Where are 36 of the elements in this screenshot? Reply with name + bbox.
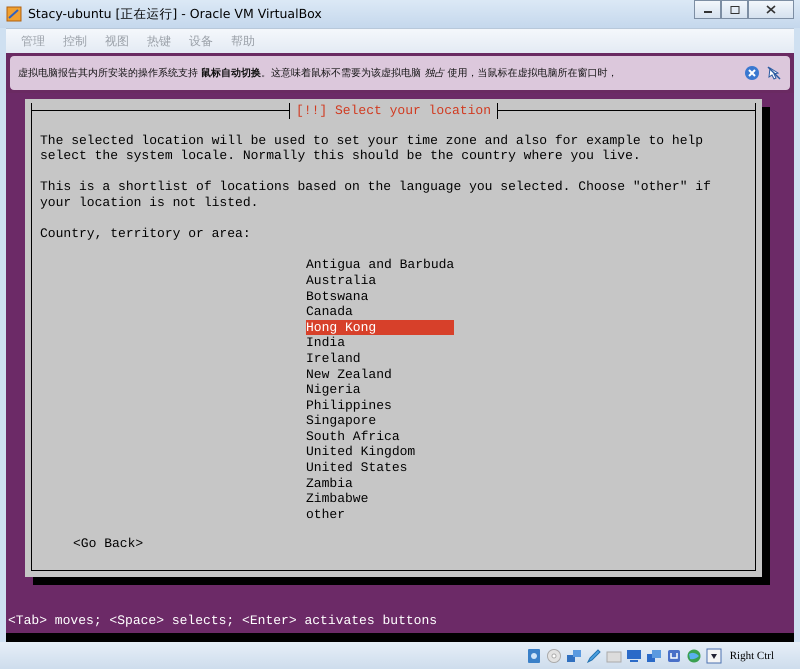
description-text: This is a shortlist of locations based on the language you selected. Choose "other" if your location is not listed. (40, 179, 712, 211)
arrow-down-icon[interactable] (706, 648, 722, 664)
prompt-label: Country, territory or area: (40, 226, 252, 242)
go-back-button[interactable]: <Go Back> (73, 536, 144, 552)
window-title: Stacy-ubuntu [正在运行] - Oracle VM VirtualBox (28, 6, 323, 22)
location-option[interactable]: Zimbabwe (306, 491, 454, 507)
location-option[interactable]: Philippines (306, 398, 454, 414)
mouse-icon[interactable] (766, 65, 782, 81)
location-option[interactable]: New Zealand (306, 366, 454, 382)
maximize-button[interactable] (721, 0, 748, 19)
close-icon[interactable] (766, 5, 776, 14)
monitor-icon[interactable] (626, 648, 642, 664)
dialog-title: [!!] Select your location (288, 103, 498, 119)
help-line: <Tab> moves; <Space> selects; <Enter> activates buttons (7, 612, 438, 630)
location-option[interactable]: South Africa (306, 428, 454, 444)
location-option[interactable]: Nigeria (306, 382, 454, 398)
close-button[interactable] (748, 0, 794, 19)
location-option[interactable]: Zambia (306, 476, 454, 492)
location-option[interactable]: Hong Kong (306, 320, 454, 336)
info-message: 虚拟电脑报告其内所安装的操作系统支持 鼠标自动切换。这意味着鼠标不需要为该虚拟电脑 独占 使用，当鼠标在虚拟电脑所在窗口时， (18, 66, 619, 80)
minimize-button[interactable] (694, 0, 721, 19)
location-option[interactable]: Botswana (306, 288, 454, 304)
location-option[interactable]: Ireland (306, 350, 454, 366)
location-option[interactable]: Canada (306, 304, 454, 320)
location-option[interactable]: India (306, 335, 454, 351)
location-option[interactable]: other (306, 506, 454, 522)
location-option[interactable]: Antigua and Barbuda (306, 257, 454, 273)
location-option[interactable]: United States (306, 460, 454, 476)
location-option[interactable]: Australia (306, 272, 454, 289)
location-option[interactable]: Singapore (306, 413, 454, 429)
description-text: The selected location will be used to set your time zone and also for example to help select the system locale. Normally this should be the country where you live. (40, 132, 704, 164)
pen-icon[interactable] (586, 648, 602, 664)
maximize-icon[interactable] (730, 6, 740, 14)
host-key-label: Right Ctrl (730, 650, 774, 662)
location-option[interactable]: United Kingdom (306, 444, 454, 460)
app-icon (6, 6, 22, 22)
